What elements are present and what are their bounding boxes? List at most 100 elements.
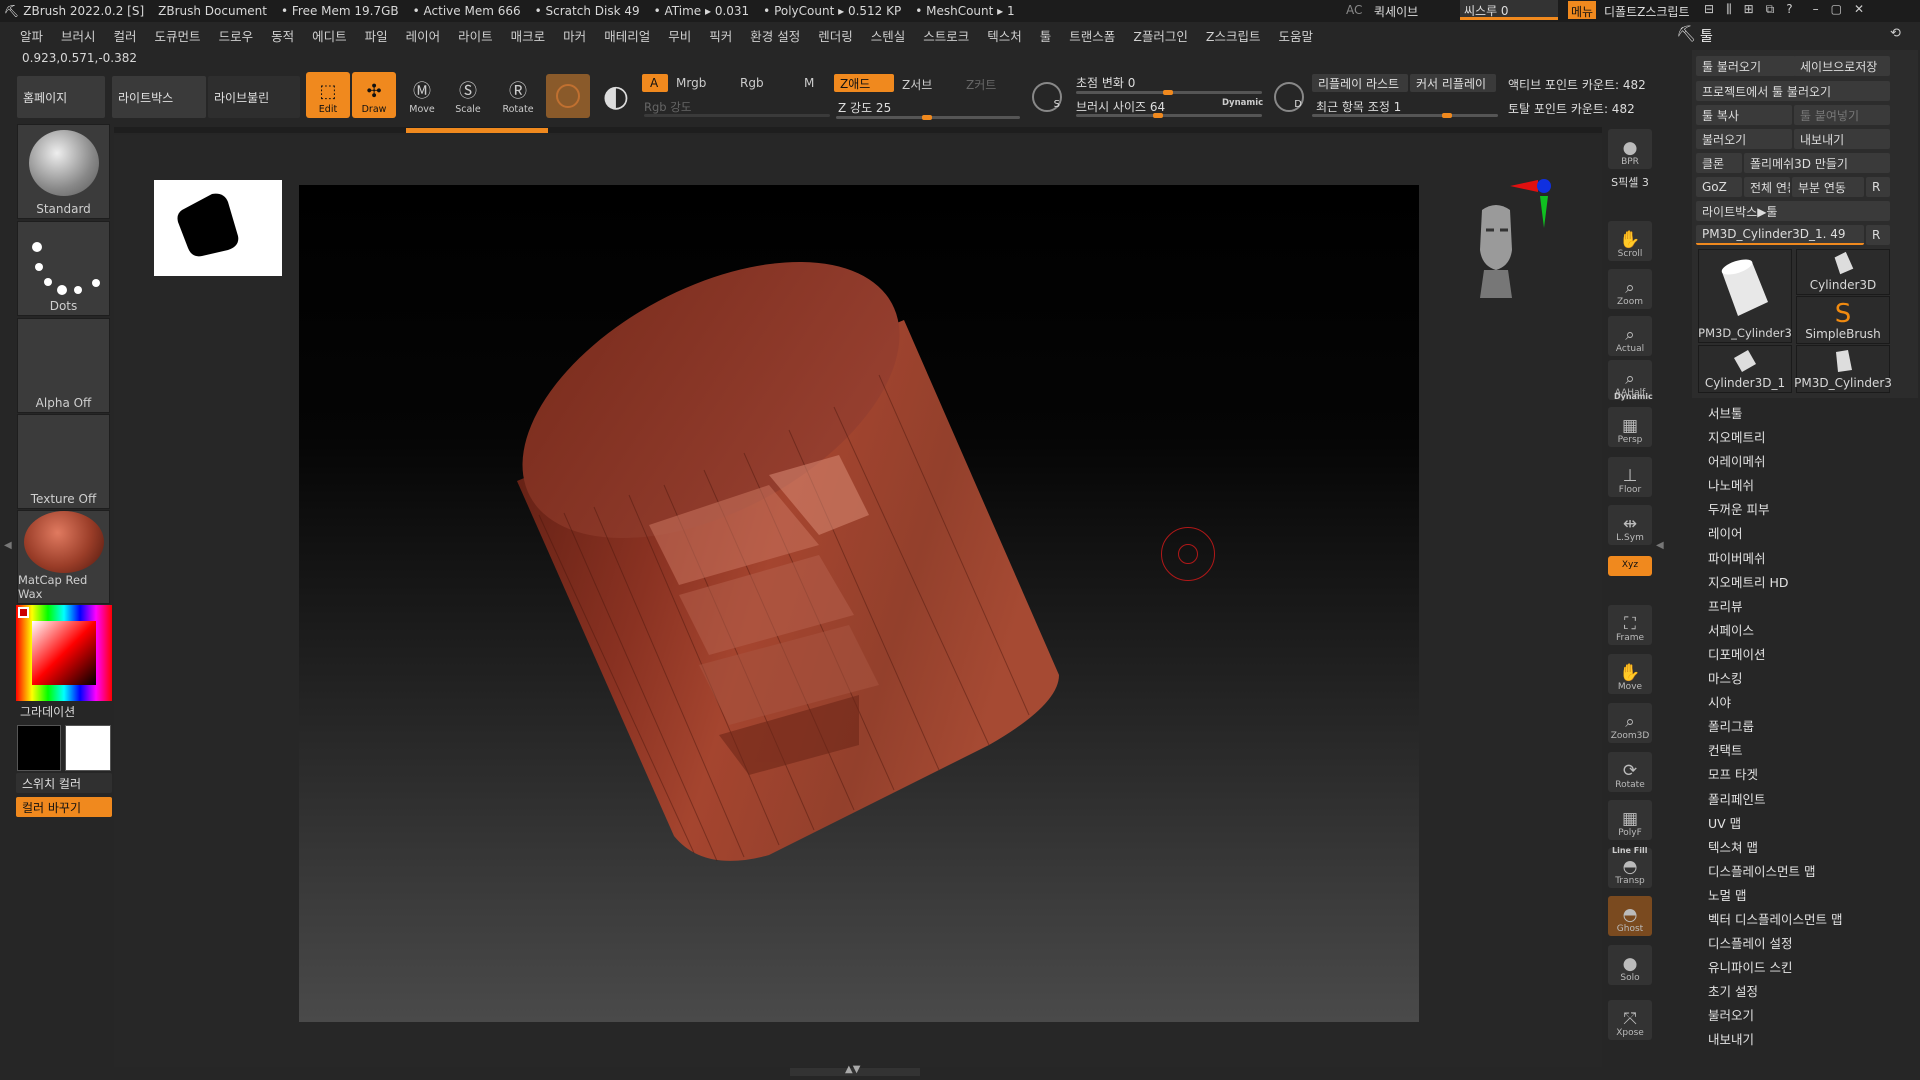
menu-item[interactable]: 트랜스폼 (1069, 26, 1115, 45)
menu-item[interactable]: 마커 (563, 26, 586, 45)
shelf-xpose-button[interactable]: ⤧ Xpose (1608, 1000, 1652, 1040)
load-from-project-button[interactable]: 프로젝트에서 툴 불러오기 (1696, 81, 1890, 101)
tool-section-item[interactable]: 서페이스 (1708, 619, 1908, 643)
quicksave-button[interactable]: 퀵세이브 (1374, 3, 1418, 20)
shelf-floor-button[interactable]: ⊥ Floor (1608, 457, 1652, 497)
shelf-l-sym-button[interactable]: ⇹ L.Sym (1608, 505, 1652, 545)
layout2-icon[interactable]: ⫼ (1726, 2, 1732, 17)
export-button[interactable]: 내보내기 (1794, 129, 1890, 149)
minimize-icon[interactable]: – (1813, 2, 1819, 17)
z-intensity-knob[interactable] (922, 115, 932, 120)
material-selector[interactable]: MatCap Red Wax (17, 510, 110, 604)
menu-item[interactable]: Z스크립트 (1206, 26, 1261, 45)
tool-section-item[interactable]: 내보내기 (1708, 1028, 1908, 1052)
menu-item[interactable]: 에디트 (312, 26, 347, 45)
shelf-bpr-button[interactable]: ● BPR (1608, 129, 1652, 169)
alpha-selector[interactable]: Alpha Off (17, 318, 110, 413)
paste-tool-button[interactable]: 툴 붙여넣기 (1794, 105, 1890, 125)
z-intensity-slider[interactable]: Z 강도 25 (838, 99, 891, 116)
zcut-button[interactable]: Z커트 (966, 76, 996, 93)
menu-item[interactable]: 매테리얼 (604, 26, 650, 45)
copy-tool-button[interactable]: 툴 복사 (1696, 105, 1792, 125)
switch-color-button[interactable]: 스위치 컬러 (16, 773, 112, 793)
menu-toggle[interactable]: 메뉴 (1568, 1, 1596, 19)
shelf-actual-button[interactable]: ⌕ Actual (1608, 316, 1652, 356)
current-tool-r-button[interactable]: R (1866, 225, 1890, 245)
tool-thumb-pm3d-cylinder-2[interactable]: PM3D_Cylinder3 (1794, 345, 1892, 393)
menu-item[interactable]: 픽커 (709, 26, 732, 45)
tool-thumb-pm3d-cylinder[interactable]: PM3D_Cylinder3 (1698, 249, 1792, 343)
tool-section-item[interactable]: 모프 타겟 (1708, 763, 1908, 787)
menu-item[interactable]: 레이어 (406, 26, 441, 45)
goz-visible-button[interactable]: 부분 연동 (1792, 177, 1864, 197)
menu-item[interactable]: 알파 (20, 26, 43, 45)
lightbox-tools-button[interactable]: 라이트박스▶툴 (1696, 201, 1890, 221)
draw-size-knob[interactable] (1153, 113, 1163, 118)
tool-section-item[interactable]: 노멀 맵 (1708, 884, 1908, 908)
tool-section-item[interactable]: 두꺼운 피부 (1708, 498, 1908, 522)
edit-button[interactable]: ⬚ Edit (306, 72, 350, 118)
menu-item[interactable]: 매크로 (511, 26, 546, 45)
menu-item[interactable]: 환경 설정 (750, 26, 800, 45)
tool-thumb-simplebrush[interactable]: S SimpleBrush (1796, 296, 1890, 344)
swap-color-button[interactable]: 컬러 바꾸기 (16, 797, 112, 817)
shelf-ghost-button[interactable]: ◓ Ghost (1608, 896, 1652, 936)
menu-item[interactable]: 도움말 (1278, 26, 1313, 45)
lightbox-button[interactable]: 라이트박스 (112, 76, 206, 118)
tool-section-item[interactable]: 유니파이드 스킨 (1708, 956, 1908, 980)
tool-section-item[interactable]: 불러오기 (1708, 1004, 1908, 1028)
tool-section-item[interactable]: 시야 (1708, 691, 1908, 715)
goz-button[interactable]: GoZ (1696, 177, 1742, 197)
left-tray-arrow-icon[interactable]: ◀ (4, 540, 12, 551)
focal-shift-knob[interactable] (1163, 90, 1173, 95)
gradient-label[interactable]: 그라데이션 (20, 703, 75, 720)
primary-color-swatch[interactable] (17, 725, 61, 771)
menu-item[interactable]: 스텐실 (871, 26, 906, 45)
d-brush-icon[interactable]: D (1274, 82, 1304, 112)
dynamic-toggle[interactable]: Dynamic (1222, 98, 1263, 108)
axis-gizmo[interactable] (1508, 176, 1558, 238)
tool-section-item[interactable]: 폴리그룹 (1708, 715, 1908, 739)
tool-section-item[interactable]: 지오메트리 (1708, 426, 1908, 450)
tool-section-item[interactable]: 디포메이션 (1708, 643, 1908, 667)
menu-item[interactable]: 컬러 (114, 26, 137, 45)
tool-section-item[interactable]: 나노메쉬 (1708, 474, 1908, 498)
sphere-brush-button[interactable] (546, 74, 590, 118)
tool-section-item[interactable]: 서브툴 (1708, 402, 1908, 426)
cursor-replay-button[interactable]: 커서 리플레이 (1410, 74, 1496, 92)
draw-size-slider[interactable]: 브러시 사이즈 64 (1076, 98, 1165, 115)
mrgb-button[interactable]: Mrgb (676, 76, 706, 90)
tool-section-item[interactable]: 디스플레이 설정 (1708, 932, 1908, 956)
tool-thumb-cylinder3d-1[interactable]: Cylinder3D_1 (1698, 345, 1792, 393)
cylinder-model[interactable] (299, 185, 1419, 1022)
zsub-button[interactable]: Z서브 (902, 76, 932, 93)
tool-section-item[interactable]: 마스킹 (1708, 667, 1908, 691)
livebool-button[interactable]: 라이브불린 (208, 76, 300, 118)
navigator-preview[interactable] (154, 180, 282, 276)
right-tray-arrow-icon[interactable]: ◀ (1656, 540, 1664, 551)
shelf-zoom3d-button[interactable]: ⌕ Zoom3D (1608, 703, 1652, 743)
a-toggle[interactable]: A (642, 74, 668, 92)
menu-item[interactable]: 렌더링 (818, 26, 853, 45)
replay-last-button[interactable]: 리플레이 라스트 (1312, 74, 1408, 92)
tool-section-item[interactable]: 텍스쳐 맵 (1708, 836, 1908, 860)
menu-item[interactable]: 무비 (668, 26, 691, 45)
tool-section-item[interactable]: 파이버메쉬 (1708, 547, 1908, 571)
shelf-move-button[interactable]: ✋ Move (1608, 654, 1652, 694)
rgb-button[interactable]: Rgb (740, 76, 764, 90)
shelf-scroll-button[interactable]: ✋ Scroll (1608, 221, 1652, 261)
close-icon[interactable]: ✕ (1854, 2, 1864, 17)
menu-item[interactable]: 툴 (1040, 26, 1052, 45)
menu-item[interactable]: 동적 (271, 26, 294, 45)
current-tool-slider[interactable]: PM3D_Cylinder3D_1. 49 (1696, 225, 1864, 245)
menu-item[interactable]: 브러시 (61, 26, 96, 45)
shelf-rotate-button[interactable]: ⟳ Rotate (1608, 752, 1652, 792)
tool-section-item[interactable]: 어레이메쉬 (1708, 450, 1908, 474)
shelf-polyf-button[interactable]: ▦ PolyF (1608, 800, 1652, 840)
shelf-zoom-button[interactable]: ⌕ Zoom (1608, 269, 1652, 309)
save-as-button[interactable]: 세이브으로저장 (1794, 56, 1890, 76)
rotate-button[interactable]: Ⓡ Rotate (496, 72, 540, 118)
document-canvas[interactable] (299, 185, 1419, 1022)
tool-section-item[interactable]: 초기 설정 (1708, 980, 1908, 1004)
seethrough-slider[interactable]: 씨스루 0 (1460, 0, 1558, 20)
